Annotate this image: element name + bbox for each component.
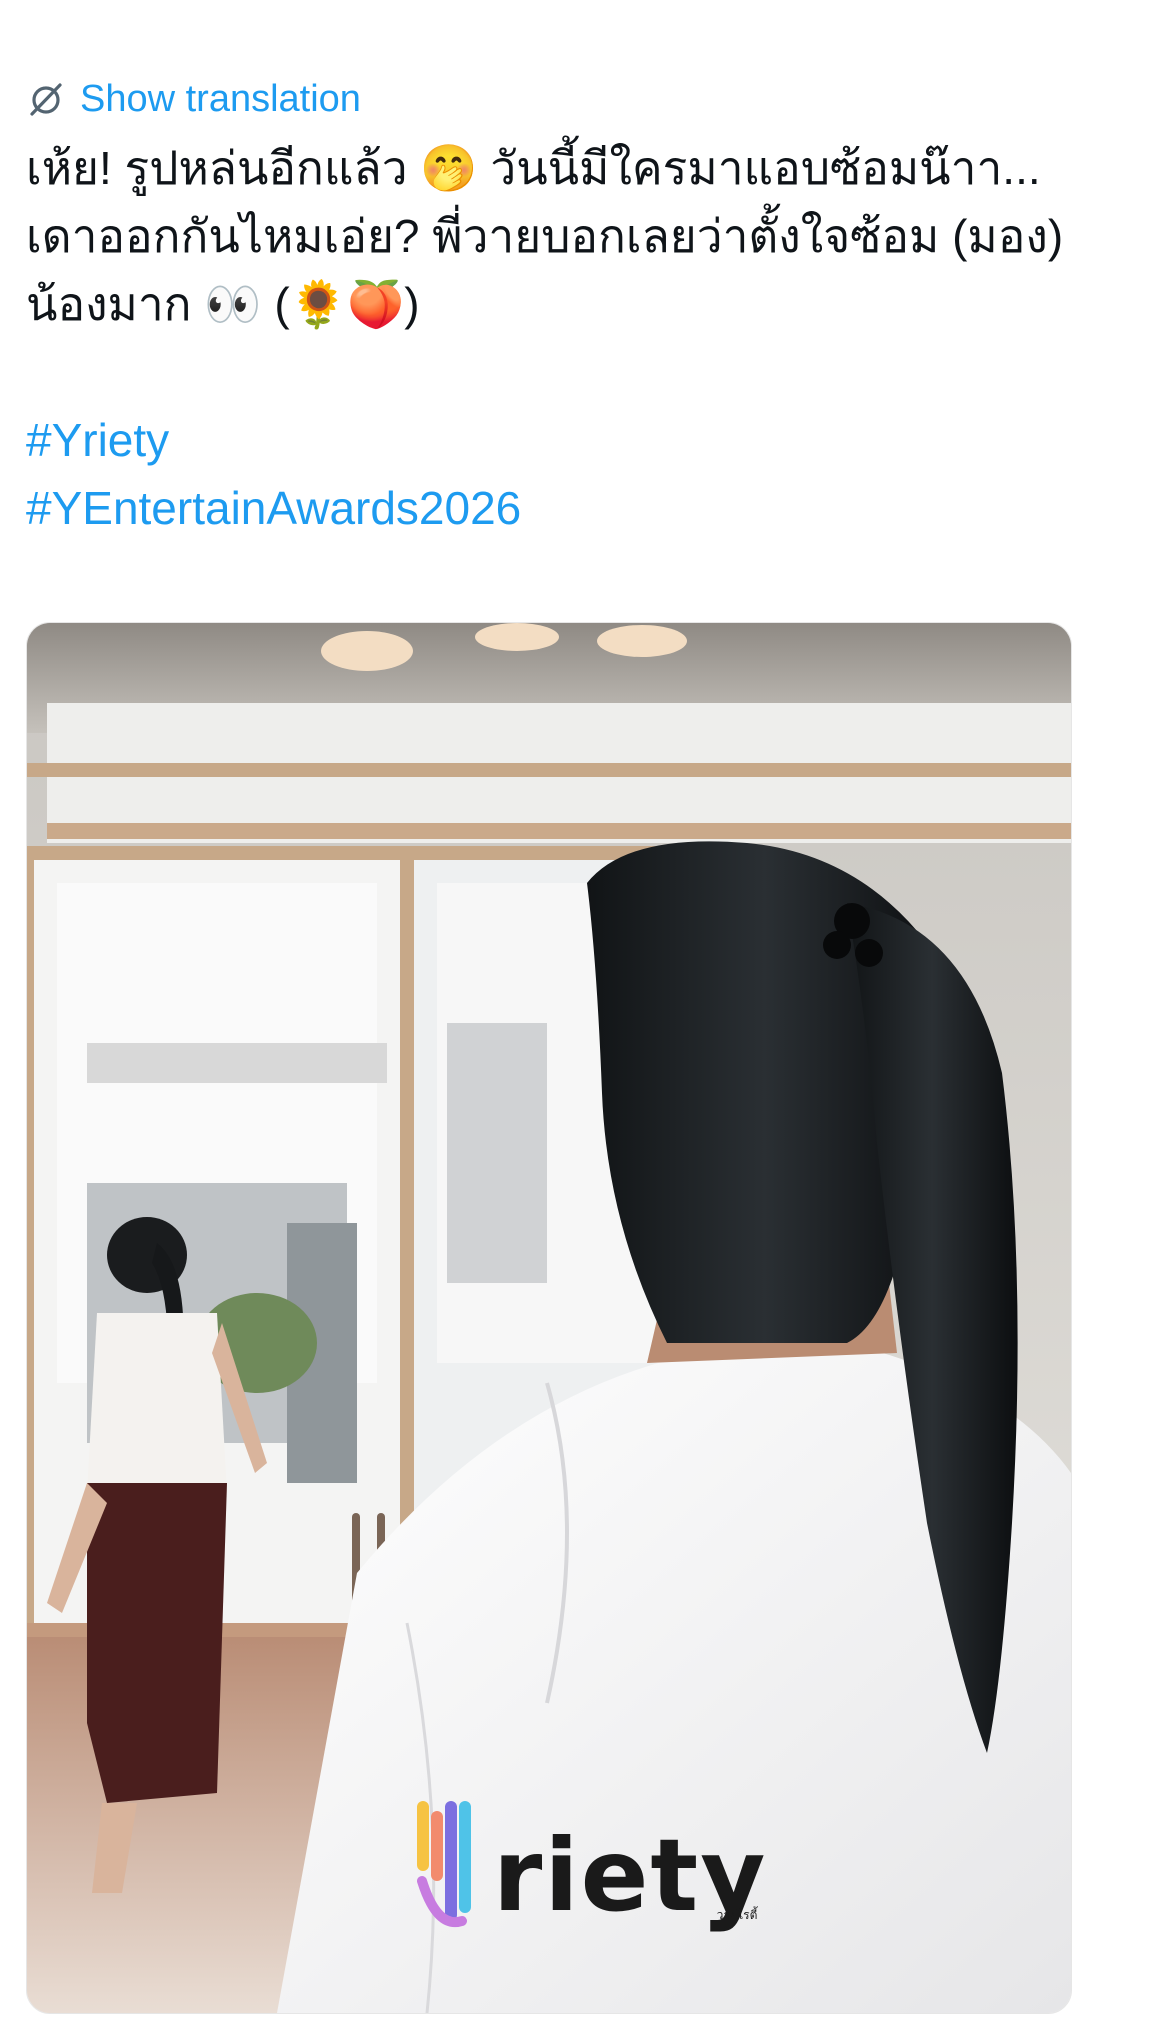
hashtag-link-yriety[interactable]: #Yriety (26, 406, 1146, 474)
show-translation-label: Show translation (80, 78, 361, 120)
show-translation-button[interactable]: Show translation (26, 74, 361, 124)
yriety-logo-mark (417, 1801, 471, 1928)
tweet-photo[interactable]: riety วายไรตี้ (26, 622, 1072, 2014)
tweet-text: เห้ย! รูปหล่นอีกแล้ว 🤭 วันนี้มีใครมาแอบซ… (26, 134, 1146, 542)
tweet-text-spacer (26, 338, 1146, 406)
no-translate-icon (26, 79, 66, 119)
watermark-subtext: วายไรตี้ (716, 1908, 758, 1922)
tweet-text-line: เห้ย! รูปหล่นอีกแล้ว 🤭 วันนี้มีใครมาแอบซ… (26, 142, 1041, 194)
yriety-watermark: riety วายไรตี้ (417, 1781, 767, 1931)
tweet-text-line: เดาออกกันไหมเอ่ย? พี่วายบอกเลยว่าตั้งใจซ… (26, 210, 1064, 262)
tweet-text-line: น้องมาก 👀 (🌻🍑) (26, 278, 420, 330)
hashtag-link-yentertainawards[interactable]: #YEntertainAwards2026 (26, 474, 1146, 542)
